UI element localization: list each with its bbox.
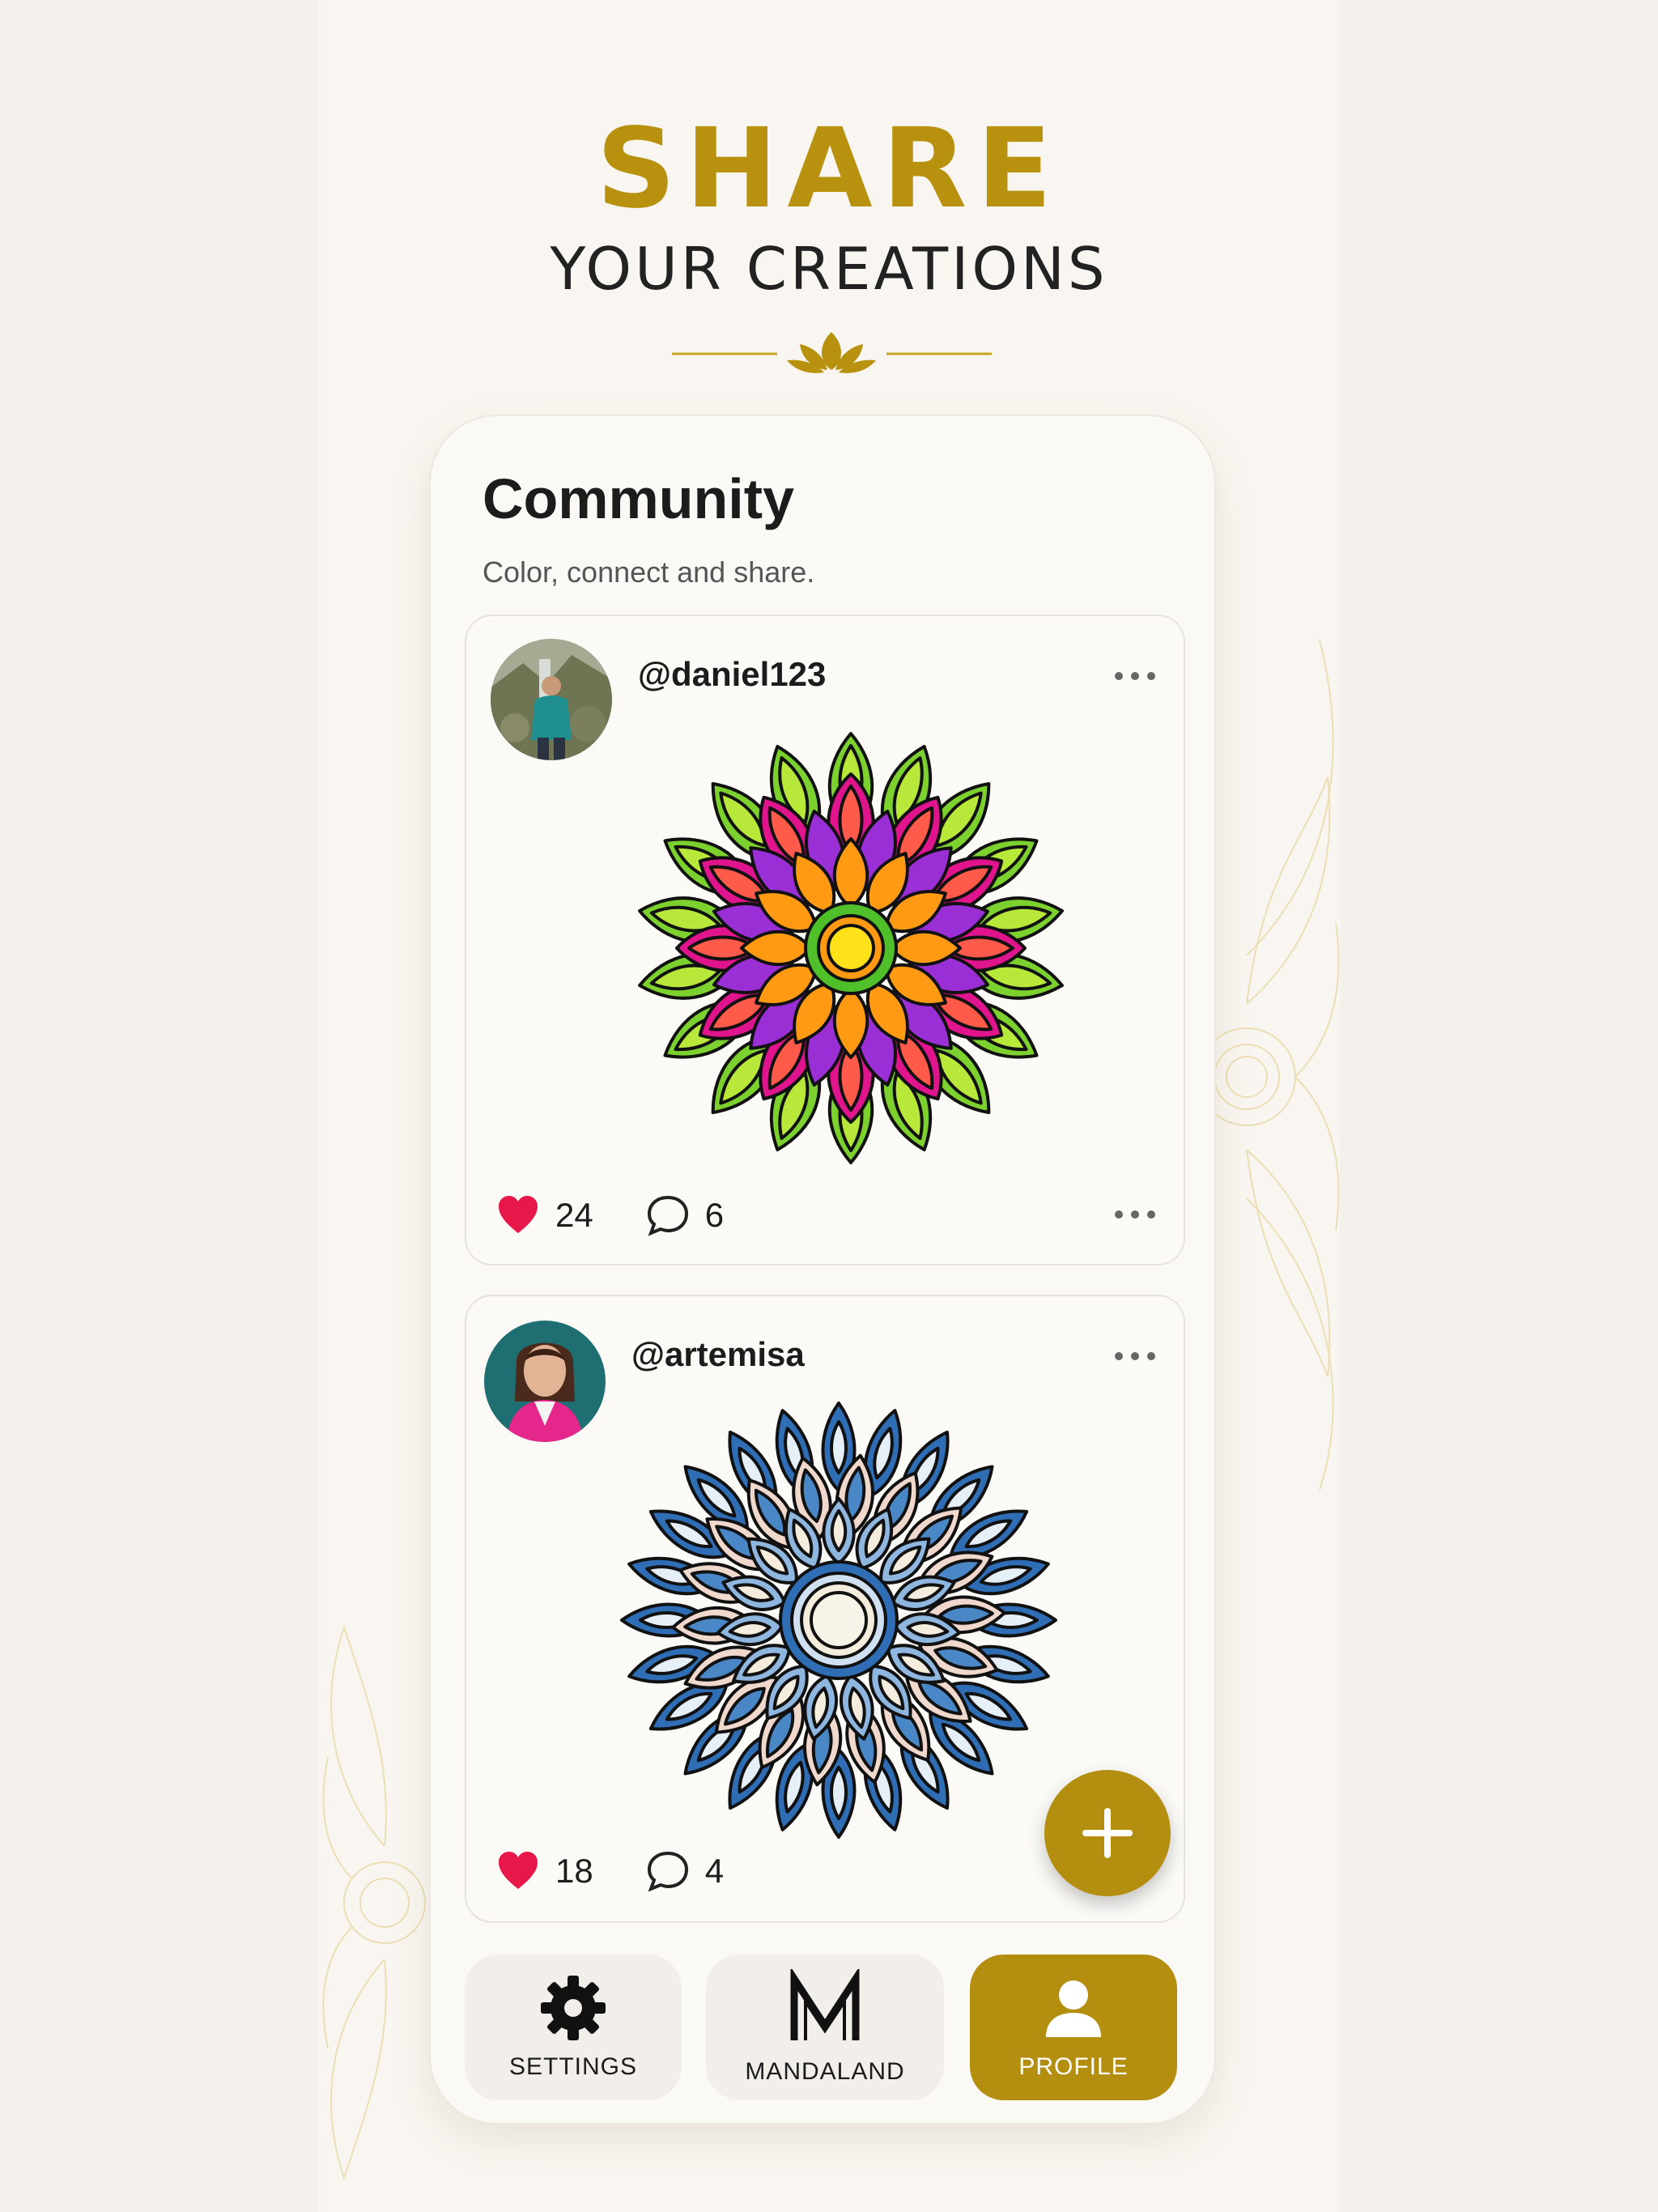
post-stats: 18 4 xyxy=(495,1848,776,1894)
likes-count: 24 xyxy=(555,1196,593,1234)
nav-profile-label: PROFILE xyxy=(1018,2053,1129,2080)
likes-count: 18 xyxy=(555,1852,593,1890)
post-card[interactable]: @daniel123 24 6 xyxy=(465,615,1185,1266)
page-subtitle: Color, connect and share. xyxy=(483,555,815,589)
user-icon xyxy=(1046,1980,1101,2037)
post-stats: 24 6 xyxy=(495,1193,776,1238)
more-options-icon[interactable] xyxy=(1111,1348,1159,1364)
comment-icon[interactable] xyxy=(645,1193,691,1238)
blue-mandala-artwork[interactable] xyxy=(616,1397,1061,1843)
hero-title: SHARE xyxy=(596,105,1062,233)
hero-subtitle: YOUR CREATIONS xyxy=(550,235,1108,303)
comments-count: 4 xyxy=(704,1852,725,1890)
nav-mandaland-label: MANDALAND xyxy=(745,2058,905,2085)
lotus-divider-icon xyxy=(672,332,992,373)
plus-icon xyxy=(1082,1808,1133,1858)
more-options-icon[interactable] xyxy=(1111,668,1159,684)
nav-profile-button[interactable]: PROFILE xyxy=(970,1955,1177,2100)
colorful-mandala-artwork[interactable] xyxy=(628,725,1073,1171)
comments-count: 6 xyxy=(704,1196,725,1234)
phone-frame: Community Color, connect and share. @dan… xyxy=(429,415,1216,2125)
heart-icon[interactable] xyxy=(495,1193,541,1238)
avatar[interactable] xyxy=(484,1321,606,1442)
nav-settings-label: SETTINGS xyxy=(508,2053,637,2080)
mandaland-logo-icon xyxy=(790,1969,860,2040)
nav-settings-button[interactable]: SETTINGS xyxy=(465,1955,682,2100)
nav-mandaland-button[interactable]: MANDALAND xyxy=(706,1955,944,2100)
add-post-button[interactable] xyxy=(1044,1770,1171,1896)
heart-icon[interactable] xyxy=(495,1848,541,1894)
comment-icon[interactable] xyxy=(645,1848,691,1894)
more-options-icon[interactable] xyxy=(1111,1206,1159,1223)
page-title: Community xyxy=(483,467,794,530)
avatar[interactable] xyxy=(491,639,612,760)
gear-icon xyxy=(541,1976,606,2040)
post-username[interactable]: @artemisa xyxy=(631,1335,805,1374)
post-username[interactable]: @daniel123 xyxy=(638,655,826,694)
